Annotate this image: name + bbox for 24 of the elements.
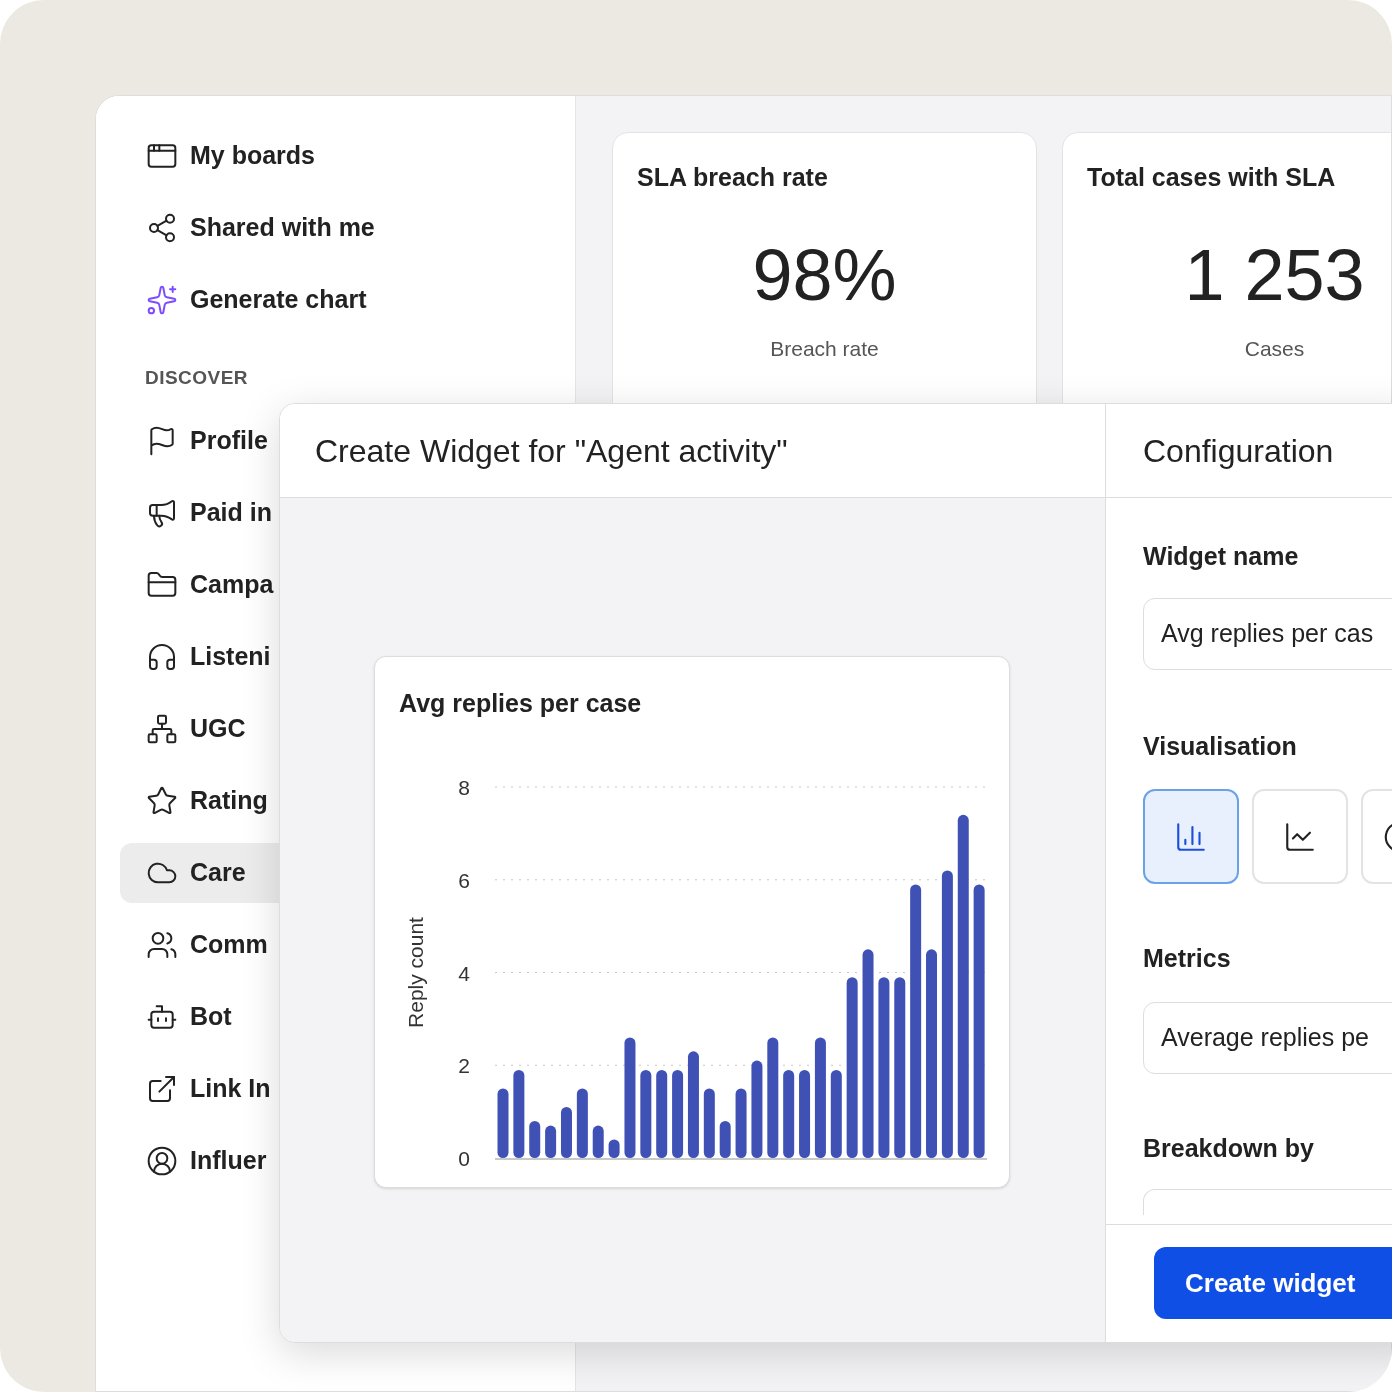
field-label: Visualisation [1143,730,1298,762]
create-widget-button[interactable]: Create widget [1154,1247,1392,1319]
tick-label: 0 [458,1147,470,1170]
input-field[interactable]: Avg replies per cas [1143,597,1392,670]
card-title: SLA breach rate [637,162,828,193]
tick-label: 6 [458,868,470,892]
field-label: Metrics [1143,943,1232,974]
sidebar-item[interactable]: Care [120,842,282,903]
stat-value: 98% [752,238,897,311]
card-title: Total cases with SLA [1087,162,1336,193]
stat-caption: Cases [1244,335,1305,362]
tick-label: 2 [458,1054,470,1078]
tick-label: 4 [458,961,470,985]
stat-caption: Breach rate [770,335,879,362]
stat-value: 1 253 [1184,238,1365,311]
field-label: Breakdown by [1143,1132,1315,1164]
modal-title: Create Widget for "Agent activity" [315,431,788,471]
panel-title: Configuration [1143,431,1334,471]
axis-label: Reply count [404,917,427,1028]
chart-title: Avg replies per case [398,688,643,719]
section-title: DISCOVER [144,366,250,390]
input-field[interactable]: Average replies pe [1143,1001,1392,1074]
field-label: Widget name [1143,541,1300,572]
tick-label: 8 [458,776,470,799]
